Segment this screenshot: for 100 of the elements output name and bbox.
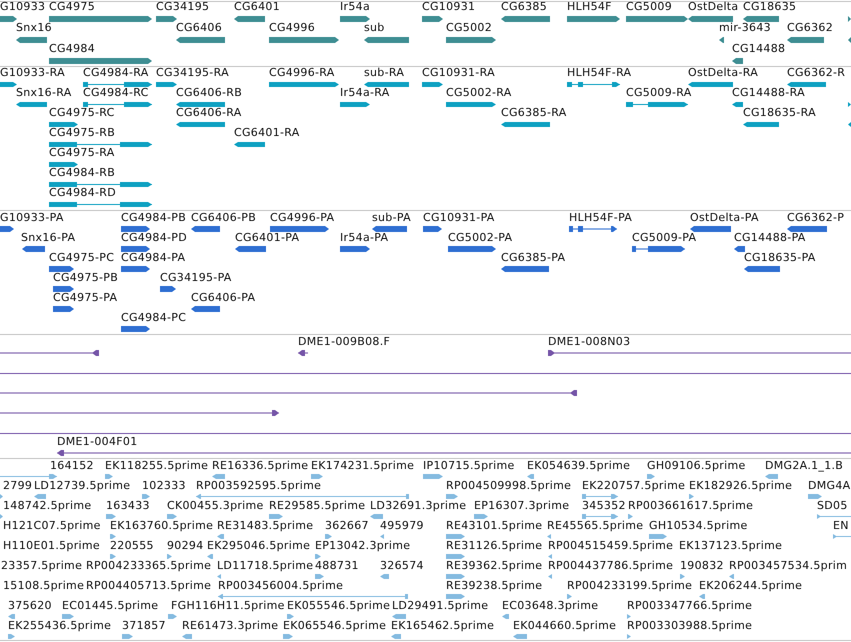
transcript-label: Ir54a-RA	[340, 87, 390, 99]
gene-label: CG5002	[446, 22, 492, 34]
est-label: 164152	[50, 460, 94, 472]
transcript-label: CG18635-RA	[743, 107, 816, 119]
est-label: LD11718.5prime	[217, 560, 314, 572]
est-label: 190832	[680, 560, 724, 572]
protein-label: CG4975-PA	[53, 292, 118, 304]
est-label: RE43101.5prime	[446, 520, 542, 532]
est-label: 163433	[106, 500, 150, 512]
est-label: EK206244.5prime	[699, 580, 802, 592]
protein-label: CG34195-PA	[160, 272, 232, 284]
est-label: LD29491.5prime	[392, 600, 488, 612]
transcript-label: OstDelta-RA	[688, 67, 758, 79]
transcript-label: CG6362-R	[787, 67, 846, 79]
transcript-label: CG4984-RB	[49, 167, 116, 179]
protein-label: CG4996-PA	[270, 212, 334, 224]
transcript-label: CG10931-RA	[422, 67, 495, 79]
est-label: EK295046.5prime	[207, 540, 310, 552]
protein-label: CG6406-PB	[191, 212, 256, 224]
est-label: 23357.5prime	[1, 560, 82, 572]
est-label: EK044660.5prime	[513, 620, 616, 632]
est-label: RP003303988.5prime	[627, 620, 752, 632]
est-label: 375620	[8, 600, 52, 612]
gene-label: Snx16	[16, 22, 52, 34]
est-label: GH09106.5prime	[647, 460, 746, 472]
protein-label: CG6385-PA	[501, 252, 566, 264]
est-label: RE39238.5prime	[446, 580, 542, 592]
gene-label: CG5009	[626, 1, 672, 13]
protein-label: Snx16-PA	[21, 232, 76, 244]
gene-label: sub	[364, 22, 385, 34]
clone-label: DME1-004F01	[57, 436, 138, 448]
est-label: RE39362.5prime	[446, 560, 542, 572]
est-label: DMG2A.1_1.B	[765, 460, 844, 472]
est-label: EK118255.5prime	[105, 460, 208, 472]
protein-label: Ir54a-PA	[340, 232, 388, 244]
est-label: EK255436.5prime	[8, 620, 112, 632]
protein-label: CG6401-PA	[235, 232, 300, 244]
est-label: 326574	[380, 560, 424, 572]
est-label: RP003456004.5prime	[218, 580, 344, 592]
est-label: IP10715.5prime	[423, 460, 515, 472]
est-label: RE29585.5prime	[269, 500, 366, 512]
gene-label: CG14488	[732, 43, 786, 55]
est-label: EC03648.3prime	[502, 600, 598, 612]
protein-label: G10933-PA	[0, 212, 64, 224]
est-label: EK054639.5prime	[527, 460, 630, 472]
est-label: DMG4A	[808, 480, 851, 492]
protein-label: CG18635-PA	[744, 252, 816, 264]
transcript-label: CG4996-RA	[269, 67, 335, 79]
gene-label: CG4975	[49, 1, 95, 13]
est-label: 148742.5prime	[3, 500, 92, 512]
est-label: 362667	[325, 520, 369, 532]
est-label: 495979	[380, 520, 424, 532]
est-label: LD32691.3prime	[370, 500, 466, 512]
gene-label: CG6385	[501, 1, 547, 13]
est-label: RP003457534.5prim	[729, 560, 848, 572]
est-label: EP13042.3prime	[315, 540, 410, 552]
est-label: RE31483.5prime	[217, 520, 314, 532]
protein-label: CG5009-PA	[632, 232, 696, 244]
transcript-label: CG4975-RB	[49, 127, 116, 139]
est-label: RP003661617.5prime	[628, 500, 754, 512]
est-label: FGH116H11.5prime	[171, 600, 285, 612]
transcript-label: CG5009-RA	[626, 87, 692, 99]
protein-label: CG4984-PC	[121, 312, 186, 324]
protein-label: HLH54F-PA	[569, 212, 632, 224]
est-label: 102333	[142, 480, 186, 492]
gene-label: CG4984	[49, 43, 95, 55]
gene-label: CG6362	[787, 22, 833, 34]
protein-label: CG14488-PA	[734, 232, 806, 244]
protein-label: sub-PA	[372, 212, 411, 224]
est-label: RE45565.5prime	[547, 520, 644, 532]
clone-label: DME1-009B08.F	[298, 336, 390, 348]
est-label: RP003347766.5prime	[627, 600, 752, 612]
est-label: 15108.5prime	[3, 580, 84, 592]
est-label: 220555	[110, 540, 154, 552]
est-label: EK065546.5prime	[283, 620, 386, 632]
est-label: RP004437786.5prime	[548, 560, 674, 572]
transcript-label: CG6401-RA	[234, 127, 300, 139]
clone-label: DME1-008N03	[548, 336, 630, 348]
est-label: EN	[833, 520, 849, 532]
est-label: RP004405713.5prime	[86, 580, 212, 592]
transcript-label: G10933-RA	[0, 67, 65, 79]
transcript-label: HLH54F-RA	[567, 67, 632, 79]
est-label: CK00455.3prime	[167, 500, 264, 512]
est-label: LD12739.5prime	[34, 480, 130, 492]
est-label: EK182926.5prime	[689, 480, 792, 492]
protein-label: CG4975-PB	[53, 272, 118, 284]
est-label: 488731	[315, 560, 359, 572]
protein-label: CG5002-PA	[448, 232, 512, 244]
protein-label: CG4975-PC	[49, 252, 114, 264]
protein-label: CG6406-PA	[191, 292, 256, 304]
gene-label: CG6401	[234, 1, 280, 13]
est-label: RP004509998.5prime	[446, 480, 572, 492]
gene-label: G10933	[0, 1, 46, 13]
transcript-label: CG6406-RA	[176, 107, 242, 119]
est-label: 345352	[582, 500, 626, 512]
est-label: H110E01.5prime	[3, 540, 100, 552]
est-label: 2799	[3, 480, 32, 492]
protein-label: CG4984-PA	[121, 252, 186, 264]
gene-label: HLH54F	[567, 1, 612, 13]
protein-label: CG10931-PA	[423, 212, 495, 224]
